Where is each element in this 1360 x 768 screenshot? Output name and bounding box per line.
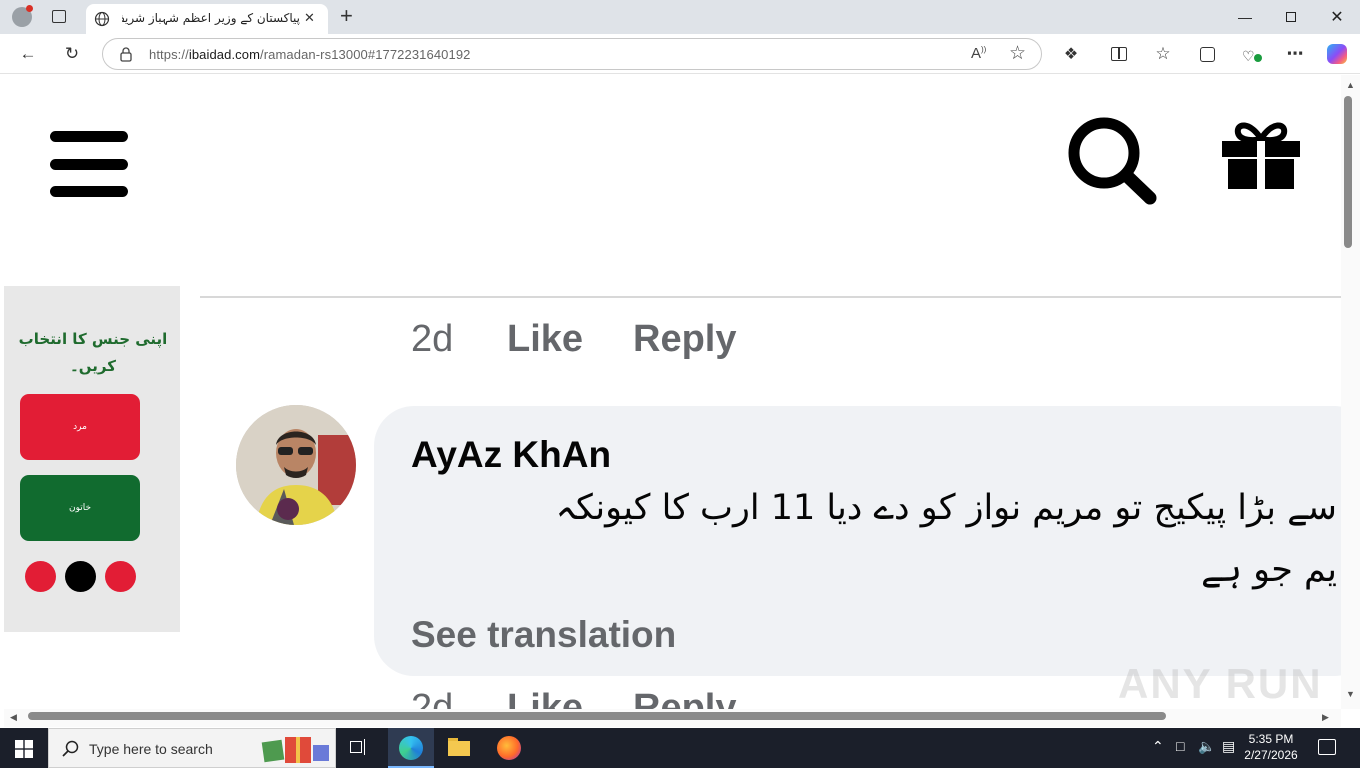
globe-icon — [94, 11, 110, 27]
black-dot[interactable] — [65, 561, 96, 592]
file-explorer-icon[interactable] — [448, 738, 470, 756]
browser-essentials-icon[interactable]: ♡ — [1236, 40, 1266, 68]
widget-title: اپنی جنس کا انتخاب کریں۔ — [18, 330, 168, 375]
browser-titlebar: پیاکستان کے وزیر اعظم شہباز شریف ✕ + — ✕ — [0, 0, 1360, 34]
collections-icon[interactable] — [1192, 40, 1222, 68]
more-menu-icon[interactable]: ⋯ — [1280, 40, 1310, 68]
favorite-star-icon[interactable]: ☆ — [1009, 42, 1026, 65]
hamburger-menu-icon[interactable] — [50, 130, 130, 198]
search-icon — [62, 740, 79, 757]
network-icon[interactable]: ▤ — [1222, 738, 1235, 755]
taskbar-clock[interactable]: 5:35 PM 2/27/2026 — [1240, 731, 1302, 763]
vertical-scroll-thumb[interactable] — [1344, 96, 1352, 248]
comment-bubble: AyAz KhAn سے بڑا پیکیج تو مریم نواز کو د… — [374, 406, 1341, 676]
read-aloud-icon[interactable]: A)) — [971, 45, 986, 62]
reply-link[interactable]: Reply — [633, 318, 736, 361]
url-prefix: https:// — [149, 47, 189, 62]
watermark: ANY RUN — [1118, 660, 1323, 707]
copilot-icon[interactable] — [1322, 40, 1352, 68]
gift-icon[interactable] — [1220, 119, 1302, 191]
minimize-icon[interactable]: — — [1222, 0, 1268, 34]
female-button[interactable]: خاتون — [20, 475, 140, 541]
taskbar-search-placeholder: Type here to search — [89, 741, 213, 757]
red-dot[interactable] — [105, 561, 136, 592]
firefox-icon[interactable] — [497, 736, 521, 760]
red-dot[interactable] — [25, 561, 56, 592]
windows-start-icon[interactable] — [15, 740, 33, 758]
tab-title: پیاکستان کے وزیر اعظم شہباز شریف — [122, 11, 300, 25]
like-link[interactable]: Like — [507, 687, 583, 709]
edge-taskbar-icon[interactable] — [388, 728, 434, 768]
clock-time: 5:35 PM — [1248, 732, 1294, 746]
lock-icon[interactable] — [119, 47, 133, 62]
favorites-icon[interactable]: ☆ — [1148, 40, 1178, 68]
browser-tab[interactable]: پیاکستان کے وزیر اعظم شہباز شریف ✕ — [86, 4, 328, 34]
extensions-icon[interactable]: ❖ — [1056, 40, 1086, 68]
volume-icon[interactable]: 🔈 — [1198, 738, 1215, 755]
search-highlight-gift-icon — [261, 735, 331, 763]
notifications-icon[interactable] — [1318, 739, 1336, 755]
scroll-up-icon[interactable]: ▲ — [1346, 80, 1355, 90]
url-text[interactable]: https://ibaidad.com/ramadan-rs13000#1772… — [149, 47, 470, 62]
reply-link[interactable]: Reply — [633, 687, 736, 709]
male-button[interactable]: مرد — [20, 394, 140, 460]
profile-avatar-icon[interactable] — [12, 5, 33, 27]
split-screen-icon[interactable] — [1104, 40, 1134, 68]
tab-actions-icon[interactable] — [52, 10, 66, 23]
close-window-icon[interactable]: ✕ — [1314, 0, 1360, 34]
comment-time[interactable]: 2d — [411, 687, 453, 709]
refresh-icon[interactable]: ↻ — [57, 40, 87, 68]
url-host: ibaidad.com — [188, 47, 261, 62]
address-bar[interactable]: https://ibaidad.com/ramadan-rs13000#1772… — [102, 38, 1042, 70]
taskbar: Type here to search ⌃ □ 🔈 ▤ 5:35 PM 2/27… — [0, 728, 1360, 768]
url-path: /ramadan-rs13000#1772231640192 — [260, 47, 471, 62]
scroll-left-icon[interactable]: ◀ — [10, 712, 17, 723]
search-icon[interactable] — [1066, 115, 1158, 205]
header-divider — [200, 296, 1341, 298]
browser-toolbar: ← ↻ https://ibaidad.com/ramadan-rs13000#… — [0, 34, 1360, 74]
meet-now-icon[interactable]: □ — [1176, 738, 1184, 754]
comment-time[interactable]: 2d — [411, 318, 453, 361]
clock-date: 2/27/2026 — [1244, 748, 1298, 762]
like-link[interactable]: Like — [507, 318, 583, 361]
see-translation-link[interactable]: See translation — [411, 614, 676, 656]
tray-chevron-icon[interactable]: ⌃ — [1152, 738, 1164, 755]
back-icon[interactable]: ← — [13, 40, 43, 68]
scroll-down-icon[interactable]: ▼ — [1346, 689, 1355, 699]
comment-author[interactable]: AyAz KhAn — [411, 434, 611, 476]
new-tab-icon[interactable]: + — [340, 3, 353, 29]
restore-icon[interactable] — [1268, 0, 1314, 34]
scroll-right-icon[interactable]: ▶ — [1322, 712, 1329, 723]
task-view-icon[interactable] — [350, 738, 370, 756]
horizontal-scroll-thumb[interactable] — [28, 712, 1166, 720]
page-viewport: اپنی جنس کا انتخاب کریں۔ مرد خاتون 2d Li… — [4, 75, 1341, 709]
comment-text-line1: سے بڑا پیکیج تو مریم نواز کو دے دیا 11 ا… — [555, 488, 1337, 528]
comment-text-line2: یم جو ہے — [1200, 550, 1337, 590]
taskbar-search-box[interactable]: Type here to search — [48, 728, 336, 768]
gender-select-widget: اپنی جنس کا انتخاب کریں۔ مرد خاتون — [4, 286, 180, 632]
close-tab-icon[interactable]: ✕ — [304, 10, 315, 26]
